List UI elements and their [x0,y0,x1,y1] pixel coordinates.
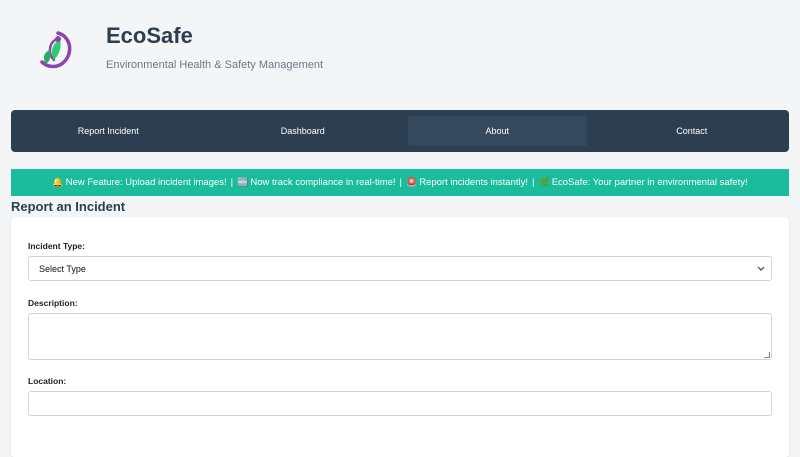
description-textarea[interactable] [28,313,772,360]
leaf-icon: 🌿 [538,177,550,187]
nav-contact[interactable]: Contact [603,116,782,146]
incident-type-value: Select Type [39,263,86,274]
ticker-item: Now track compliance in real-time! [250,177,396,188]
nav-report-incident[interactable]: Report Incident [19,116,198,146]
ticker-item: New Feature: Upload incident images! [65,177,227,188]
bell-icon: 🔔 [52,177,64,187]
main-nav: Report Incident Dashboard About Contact [11,110,789,152]
brand-title: EcoSafe [106,23,193,48]
ticker-separator: | [399,177,402,188]
ticker-separator: | [532,177,535,188]
siren-icon: 🚨 [406,177,418,187]
eco-leaf-logo-icon [36,30,74,70]
news-ticker: 🔔 New Feature: Upload incident images! |… [11,169,789,196]
new-badge-icon: 🆕 [237,177,249,187]
ticker-item: Report incidents instantly! [419,177,528,188]
nav-about[interactable]: About [408,116,587,146]
form-title: Report an Incident [11,199,126,214]
location-label: Location: [28,376,67,386]
incident-type-label: Incident Type: [28,241,85,251]
location-input[interactable] [28,391,772,416]
brand-subtitle: Environmental Health & Safety Management [106,59,324,71]
ticker-item: EcoSafe: Your partner in environmental s… [551,177,748,188]
header: EcoSafe Environmental Health & Safety Ma… [0,0,800,100]
chevron-down-icon [757,264,765,274]
nav-dashboard[interactable]: Dashboard [214,116,393,146]
description-label: Description: [28,298,78,308]
ticker-separator: | [230,177,234,188]
incident-form: Incident Type: Select Type Description: … [11,217,789,457]
incident-type-select[interactable]: Select Type [28,256,772,281]
